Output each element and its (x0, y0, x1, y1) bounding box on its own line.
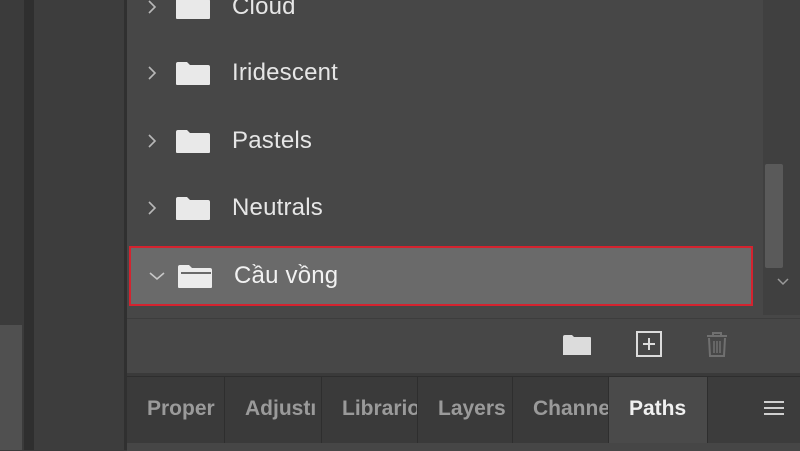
folder-icon (176, 197, 210, 220)
tab-label: Proper (147, 397, 215, 420)
list-item-pastels[interactable]: Pastels (127, 108, 759, 174)
list-item-cloud[interactable]: Cloud (127, 0, 759, 40)
left-scroll-thumb[interactable] (0, 325, 22, 450)
panel-tab-bar: Proper Adjustı Librario Layers Channe Pa… (127, 376, 800, 451)
tab-libraries[interactable]: Librario (322, 377, 418, 443)
list-scrollbar[interactable] (763, 0, 800, 315)
chevron-right-icon[interactable] (146, 0, 158, 15)
presets-panel: Cloud Iridescent Pastels Neutrals Cầu vồ… (127, 0, 800, 373)
list-item-cau-vong-selected[interactable]: Cầu vồng (129, 246, 753, 306)
folder-icon (176, 0, 210, 19)
new-preset-icon[interactable] (632, 327, 666, 361)
list-item-neutrals[interactable]: Neutrals (127, 175, 759, 241)
tab-layers[interactable]: Layers (418, 377, 513, 443)
scroll-down-arrow-icon[interactable] (776, 276, 790, 288)
tab-label: Channe (533, 397, 609, 420)
list-item-label: Iridescent (232, 59, 339, 86)
hamburger-menu-icon[interactable] (764, 401, 784, 417)
chevron-right-icon[interactable] (146, 65, 158, 81)
left-dock-strip (0, 0, 24, 450)
folder-open-icon (178, 265, 212, 288)
list-item-label: Cloud (232, 0, 296, 20)
list-item-label: Neutrals (232, 194, 323, 221)
folder-icon (176, 62, 210, 85)
chevron-right-icon[interactable] (146, 200, 158, 216)
preset-group-list: Cloud Iridescent Pastels Neutrals Cầu vồ… (127, 0, 759, 315)
new-group-folder-icon[interactable] (560, 327, 594, 361)
list-item-label: Cầu vồng (234, 262, 339, 289)
list-item-iridescent[interactable]: Iridescent (127, 40, 759, 106)
list-item-label: Pastels (232, 127, 313, 154)
chevron-right-icon[interactable] (146, 133, 158, 149)
tab-adjustments[interactable]: Adjustı (225, 377, 322, 443)
dock-divider (24, 0, 34, 450)
folder-icon (176, 130, 210, 153)
tool-panel-area (34, 0, 124, 450)
chevron-down-icon[interactable] (148, 270, 166, 282)
tab-properties[interactable]: Proper (127, 377, 225, 443)
tab-paths[interactable]: Paths (609, 377, 708, 443)
tab-label: Paths (629, 397, 687, 420)
scrollbar-thumb[interactable] (765, 164, 783, 268)
panel-footer (127, 318, 800, 373)
tab-label: Layers (438, 397, 506, 420)
tab-label: Adjustı (245, 397, 317, 420)
tab-channels[interactable]: Channe (513, 377, 609, 443)
tab-label: Librario (342, 397, 418, 420)
delete-trash-icon[interactable] (700, 327, 734, 361)
